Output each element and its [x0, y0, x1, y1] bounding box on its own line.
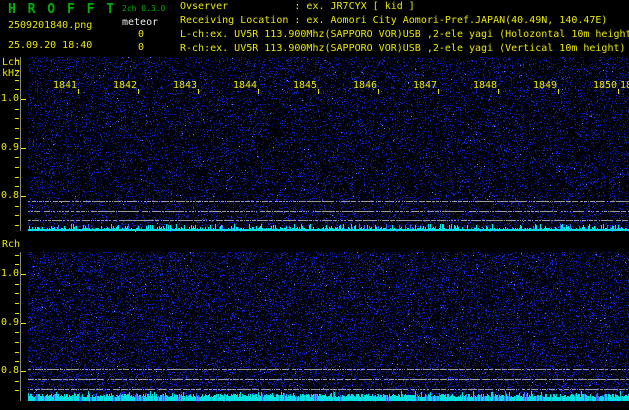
freq-minor-tick [15, 215, 19, 216]
minute-tick [378, 89, 379, 94]
time-label: 1848 [473, 81, 497, 91]
rch-config-line: R-ch:ex. UV5R 113.900Mhz(SAPPORO VOR)USB… [180, 44, 626, 54]
time-label: 1850 [593, 81, 617, 91]
freq-minor-tick [15, 60, 19, 61]
freq-minor-tick [15, 361, 19, 362]
freq-major-tick [21, 196, 26, 197]
time-label: 1849 [533, 81, 557, 91]
minute-tick [198, 89, 199, 94]
freq-minor-tick [15, 342, 19, 343]
freq-minor-tick [15, 128, 19, 129]
freq-minor-tick [15, 186, 19, 187]
freq-label: 0.9 [0, 143, 19, 153]
minute-tick [318, 89, 319, 94]
freq-major-tick [21, 371, 26, 372]
time-label: 1846 [353, 81, 377, 91]
freq-minor-tick [15, 138, 19, 139]
meteor-count-1: 0 [138, 30, 144, 40]
lch-axis-line [20, 57, 21, 231]
observer-line: Ovserver : ex. JR7CYX [ kid ] [180, 2, 415, 12]
time-label: 1847 [413, 81, 437, 91]
freq-minor-tick [15, 157, 19, 158]
time-label: 1842 [113, 81, 137, 91]
freq-minor-tick [15, 177, 19, 178]
freq-minor-tick [15, 313, 19, 314]
freq-label: 0.8 [0, 366, 19, 376]
freq-minor-tick [15, 381, 19, 382]
freq-minor-tick [15, 89, 19, 90]
time-label: 1841 [53, 81, 77, 91]
freq-minor-tick [15, 293, 19, 294]
freq-minor-tick [15, 284, 19, 285]
datetime-label: 25.09.20 18:40 [8, 41, 92, 51]
freq-major-tick [21, 99, 26, 100]
freq-minor-tick [15, 390, 19, 391]
output-filename: 2509201840.png [8, 21, 92, 31]
minute-tick [618, 89, 619, 94]
freq-minor-tick [15, 332, 19, 333]
time-label: 1844 [233, 81, 257, 91]
rch-channel-label: Rch [2, 240, 20, 250]
meteor-count-2: 0 [138, 43, 144, 53]
freq-minor-tick [15, 225, 19, 226]
minute-tick [138, 89, 139, 94]
freq-minor-tick [15, 167, 19, 168]
freq-label: 1.0 [0, 269, 19, 279]
freq-minor-tick [15, 118, 19, 119]
lch-config-line: L-ch:ex. UV5R 113.900Mhz(SAPPORO VOR)USB… [180, 30, 629, 40]
freq-label: 0.9 [0, 318, 19, 328]
minute-tick [498, 89, 499, 94]
minute-tick [438, 89, 439, 94]
location-line: Receiving Location : ex. Aomori City Aom… [180, 16, 607, 26]
version-label: 2ch 0.3.0 [122, 5, 165, 13]
hrofft-window: H R O F F T 2ch 0.3.0 2509201840.png met… [0, 0, 629, 410]
minute-tick [558, 89, 559, 94]
freq-minor-tick [15, 264, 19, 265]
freq-minor-tick [15, 70, 19, 71]
freq-major-tick [21, 274, 26, 275]
freq-major-tick [21, 323, 26, 324]
freq-minor-tick [15, 303, 19, 304]
mode-label: meteor [122, 18, 158, 28]
freq-minor-tick [15, 352, 19, 353]
time-label: 1845 [293, 81, 317, 91]
freq-label: 0.8 [0, 191, 19, 201]
time-label: 1843 [173, 81, 197, 91]
freq-major-tick [21, 148, 26, 149]
freq-minor-tick [15, 255, 19, 256]
minute-tick [78, 89, 79, 94]
freq-minor-tick [15, 80, 19, 81]
rch-spectrogram-canvas [28, 252, 629, 402]
app-title: H R O F F T [8, 3, 116, 16]
freq-label: 1.0 [0, 94, 19, 104]
freq-minor-tick [15, 109, 19, 110]
time-label-partial: 18 [620, 81, 629, 91]
minute-tick [258, 89, 259, 94]
freq-minor-tick [15, 206, 19, 207]
